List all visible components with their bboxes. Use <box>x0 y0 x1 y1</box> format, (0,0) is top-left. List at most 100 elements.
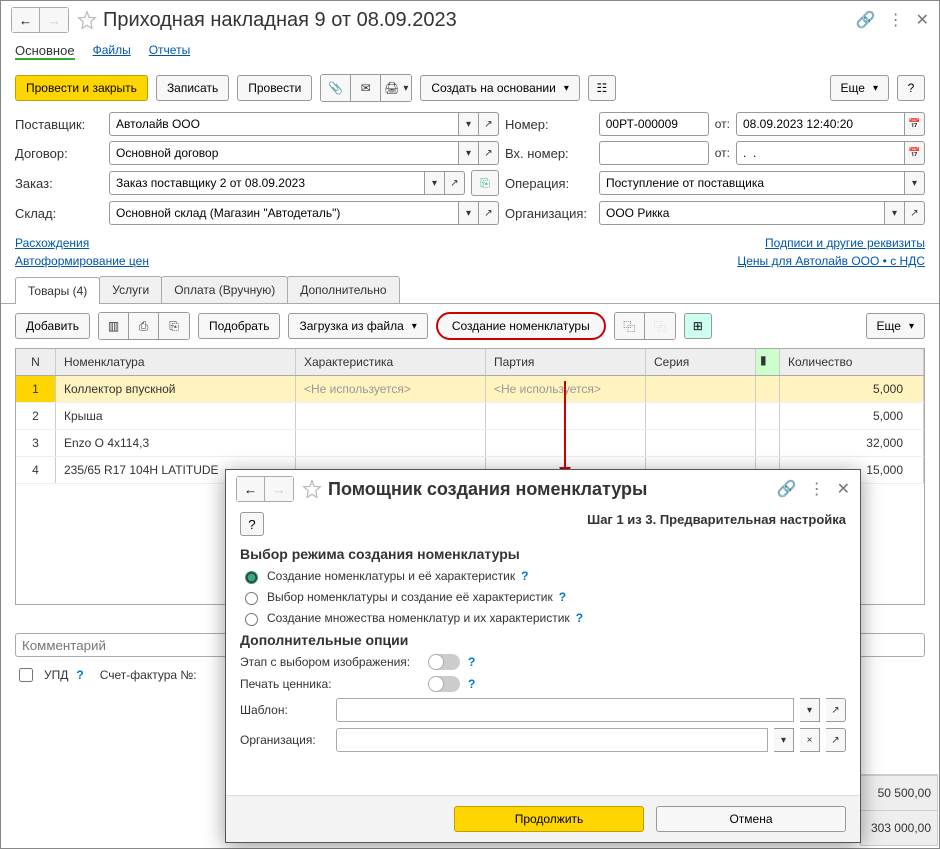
tab-main[interactable]: Основное <box>15 43 75 60</box>
subtotal: 50 500,00 <box>861 775 937 810</box>
continue-button[interactable]: Продолжить <box>454 806 644 832</box>
dropdown-icon[interactable]: ▾ <box>774 728 794 752</box>
autoprice-link[interactable]: Автоформирование цен <box>15 254 149 268</box>
image-step-toggle[interactable] <box>428 654 460 670</box>
menu-dots-icon[interactable]: ⋮ <box>888 10 904 30</box>
open-icon[interactable]: ↗ <box>445 171 465 195</box>
supplier-input[interactable] <box>109 112 459 136</box>
save-button[interactable]: Записать <box>156 75 229 101</box>
col-characteristic[interactable]: Характеристика <box>296 349 486 375</box>
radio-select-nom[interactable]: Выбор номенклатуры и создание её характе… <box>240 589 846 605</box>
tab-services[interactable]: Услуги <box>99 276 162 303</box>
help-button[interactable]: ? <box>897 75 925 101</box>
help-icon[interactable]: ? <box>468 677 475 691</box>
open-icon[interactable]: ↗ <box>826 728 846 752</box>
forward-button[interactable]: → <box>40 8 68 32</box>
structure-icon[interactable]: ☷ <box>588 75 616 101</box>
radio-create-nom[interactable]: Создание номенклатуры и её характеристик… <box>240 568 846 584</box>
cancel-button[interactable]: Отмена <box>656 806 846 832</box>
pick-button[interactable]: Подобрать <box>198 313 280 339</box>
col-nomenclature[interactable]: Номенклатура <box>56 349 296 375</box>
col-batch[interactable]: Партия <box>486 349 646 375</box>
print-icon[interactable]: 🖨 <box>381 75 411 101</box>
more-button[interactable]: Еще <box>830 75 889 101</box>
col-quantity[interactable]: Количество <box>780 349 924 375</box>
contract-input[interactable] <box>109 141 459 165</box>
modal-star-icon[interactable] <box>302 479 322 499</box>
dropdown-icon[interactable]: ▾ <box>459 112 479 136</box>
post-and-close-button[interactable]: Провести и закрыть <box>15 75 148 101</box>
prices-link[interactable]: Цены для Автолайв ООО • с НДС <box>737 254 925 268</box>
dropdown-icon[interactable]: ▾ <box>800 698 820 722</box>
modal-dots-icon[interactable]: ⋮ <box>809 479 825 499</box>
help-icon[interactable]: ? <box>521 569 528 583</box>
create-nomenclature-button[interactable]: Создание номенклатуры <box>436 312 606 340</box>
order-input[interactable] <box>109 171 425 195</box>
tab-files[interactable]: Файлы <box>93 43 131 60</box>
dropdown-icon[interactable]: ▾ <box>425 171 445 195</box>
table-row[interactable]: 2 Крыша 5,000 <box>16 403 924 430</box>
operation-input[interactable] <box>599 171 905 195</box>
open-icon[interactable]: ↗ <box>479 141 499 165</box>
load-file-button[interactable]: Загрузка из файла <box>288 313 427 339</box>
discrepancies-link[interactable]: Расхождения <box>15 236 89 250</box>
link-icon[interactable]: 🔗 <box>856 10 876 30</box>
calendar-icon[interactable]: 📅 <box>905 141 925 165</box>
tab-additional[interactable]: Дополнительно <box>287 276 399 303</box>
dropdown-icon[interactable]: ▾ <box>905 171 925 195</box>
dropdown-icon[interactable]: ▾ <box>885 201 905 225</box>
in-number-input[interactable] <box>599 141 709 165</box>
print-tag-toggle[interactable] <box>428 676 460 692</box>
calendar-icon[interactable]: 📅 <box>905 112 925 136</box>
tab-goods[interactable]: Товары (4) <box>15 277 100 304</box>
modal-close-icon[interactable]: ✕ <box>837 479 850 499</box>
col-series[interactable]: Серия <box>646 349 756 375</box>
fill-from-order-icon[interactable]: ⎘ <box>471 170 499 196</box>
open-icon[interactable]: ↗ <box>905 201 925 225</box>
scan2-icon[interactable]: ⎘ <box>159 313 189 339</box>
upd-help-icon[interactable]: ? <box>76 668 83 682</box>
tab-reports[interactable]: Отчеты <box>149 43 190 60</box>
more-grid-button[interactable]: Еще <box>866 313 925 339</box>
signatures-link[interactable]: Подписи и другие реквизиты <box>765 236 925 250</box>
copy-icon[interactable]: ⿻ <box>615 313 645 339</box>
col-n[interactable]: N <box>16 349 56 375</box>
help-icon[interactable]: ? <box>559 590 566 604</box>
table-row[interactable]: 1 Коллектор впускной <Не используется> <… <box>16 376 924 403</box>
dropdown-icon[interactable]: ▾ <box>459 141 479 165</box>
based-on-button[interactable]: Создать на основании <box>420 75 580 101</box>
table-row[interactable]: 3 Enzo O 4x114,3 32,000 <box>16 430 924 457</box>
radio-multi-nom[interactable]: Создание множества номенклатур и их хара… <box>240 610 846 626</box>
open-icon[interactable]: ↗ <box>826 698 846 722</box>
help-icon[interactable]: ? <box>468 655 475 669</box>
modal-back-button[interactable]: ← <box>237 477 265 501</box>
open-icon[interactable]: ↗ <box>479 201 499 225</box>
favorite-star-icon[interactable] <box>77 10 97 30</box>
number-input[interactable] <box>599 112 709 136</box>
post-button[interactable]: Провести <box>237 75 312 101</box>
calc-icon[interactable]: ⊞ <box>684 313 712 339</box>
upd-checkbox[interactable] <box>19 668 33 682</box>
clip-icon[interactable]: 📎 <box>321 75 351 101</box>
tab-payment[interactable]: Оплата (Вручную) <box>161 276 288 303</box>
paste-icon[interactable]: ⿻ <box>645 313 675 339</box>
modal-help-button[interactable]: ? <box>240 512 264 536</box>
close-icon[interactable]: ✕ <box>916 10 929 30</box>
help-icon[interactable]: ? <box>576 611 583 625</box>
back-button[interactable]: ← <box>12 8 40 32</box>
clear-icon[interactable]: × <box>800 728 820 752</box>
in-date-input[interactable] <box>736 141 905 165</box>
modal-link-icon[interactable]: 🔗 <box>777 479 797 499</box>
date-input[interactable] <box>736 112 905 136</box>
add-row-button[interactable]: Добавить <box>15 313 90 339</box>
open-icon[interactable]: ↗ <box>479 112 499 136</box>
org-input[interactable] <box>599 201 885 225</box>
template-input[interactable] <box>336 698 794 722</box>
barcode-icon[interactable]: ▥ <box>99 313 129 339</box>
dropdown-icon[interactable]: ▾ <box>459 201 479 225</box>
scan-icon[interactable]: ⎙ <box>129 313 159 339</box>
mail-icon[interactable]: ✉ <box>351 75 381 101</box>
modal-org-input[interactable] <box>336 728 768 752</box>
modal-forward-button[interactable]: → <box>265 477 293 501</box>
warehouse-input[interactable] <box>109 201 459 225</box>
